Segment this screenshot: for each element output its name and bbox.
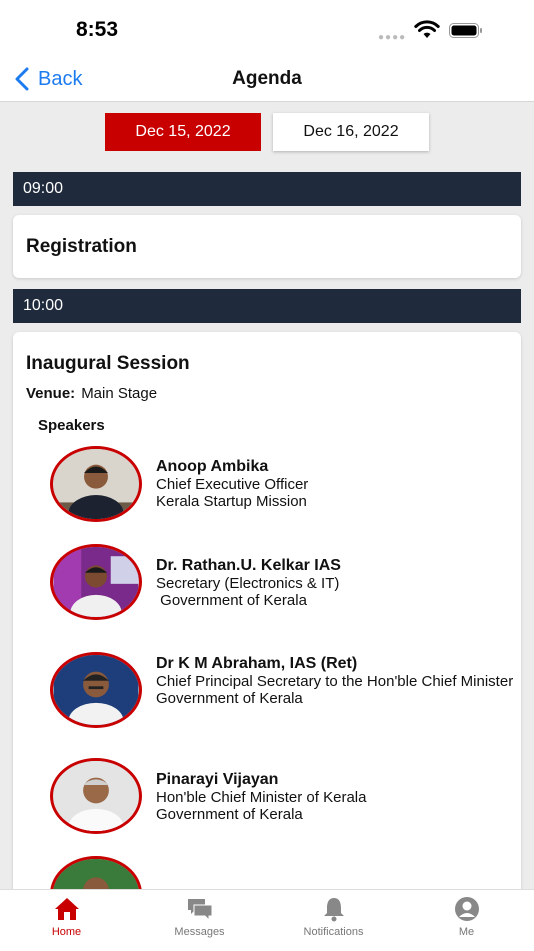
tab-bar: Home Messages Notifications Me	[0, 889, 534, 951]
tab-label: Home	[51, 926, 82, 938]
time-slot-header: 09:00	[13, 172, 521, 206]
messages-icon	[187, 899, 212, 922]
speaker-item[interactable]: Anoop Ambika Chief Executive Officer Ker…	[13, 444, 521, 524]
status-bar: 8:53 ●●●●	[0, 0, 534, 58]
speaker-avatar	[50, 544, 142, 620]
tab-label: Messages	[174, 926, 225, 938]
speaker-organization: Government of Kerala	[156, 806, 303, 823]
speaker-avatar	[50, 856, 142, 890]
navigation-bar: Back Agenda	[0, 58, 534, 102]
tab-label: Me	[458, 926, 475, 938]
speaker-organization: Government of Kerala	[156, 690, 303, 707]
date-tab-dec-15[interactable]: Dec 15, 2022	[105, 113, 261, 151]
speaker-role: Chief Executive Officer	[156, 476, 309, 493]
speaker-organization: Government of Kerala	[156, 592, 307, 609]
speaker-avatar	[50, 652, 142, 728]
battery-icon	[449, 23, 482, 38]
speaker-name: Pinarayi Vijayan	[156, 771, 279, 788]
venue-value: Main Stage	[81, 385, 158, 402]
bell-icon	[323, 898, 344, 922]
tab-me[interactable]: Me	[400, 890, 533, 951]
tab-messages[interactable]: Messages	[133, 890, 266, 951]
speaker-photo-icon	[53, 859, 139, 890]
speaker-photo-icon	[53, 547, 139, 617]
page-title: Agenda	[232, 68, 302, 89]
session-title: Registration	[26, 236, 137, 257]
speaker-role: Secretary (Electronics & IT)	[156, 575, 340, 592]
signal-icon: ●●●●	[378, 32, 407, 43]
venue-label: Venue:	[26, 385, 76, 402]
venue-line: Venue: Main Stage	[26, 385, 157, 402]
tab-notifications[interactable]: Notifications	[267, 890, 400, 951]
session-title: Inaugural Session	[26, 353, 190, 374]
time-slot-header: 10:00	[13, 289, 521, 323]
tab-label: Notifications	[303, 926, 364, 938]
speaker-name: Dr K M Abraham, IAS (Ret)	[156, 655, 358, 672]
speaker-item[interactable]	[13, 856, 521, 890]
speaker-photo-icon	[53, 449, 139, 519]
date-tab-dec-16[interactable]: Dec 16, 2022	[273, 113, 429, 151]
speaker-name: Anoop Ambika	[156, 458, 269, 475]
person-icon	[454, 897, 479, 921]
speaker-name: Dr. Rathan.U. Kelkar IAS	[156, 557, 341, 574]
speaker-item[interactable]: Pinarayi Vijayan Hon'ble Chief Minister …	[13, 756, 521, 838]
speaker-photo-icon	[53, 761, 139, 831]
session-card-inaugural[interactable]: Inaugural Session Venue: Main Stage Speak…	[13, 332, 521, 890]
wifi-icon	[414, 20, 440, 38]
tab-home[interactable]: Home	[0, 890, 133, 951]
speaker-role: Hon'ble Chief Minister of Kerala	[156, 789, 367, 806]
status-time: 8:53	[76, 18, 119, 41]
speaker-item[interactable]: Dr K M Abraham, IAS (Ret) Chief Principa…	[13, 650, 521, 734]
speakers-heading: Speakers	[38, 417, 105, 434]
home-icon	[54, 898, 79, 920]
speaker-item[interactable]: Dr. Rathan.U. Kelkar IAS Secretary (Elec…	[13, 542, 521, 624]
speaker-avatar	[50, 758, 142, 834]
speaker-organization: Kerala Startup Mission	[156, 493, 307, 510]
speaker-avatar	[50, 446, 142, 522]
speaker-role: Chief Principal Secretary to the Hon'ble…	[156, 673, 514, 690]
speaker-photo-icon	[53, 655, 139, 725]
session-card-registration[interactable]: Registration	[13, 215, 521, 278]
